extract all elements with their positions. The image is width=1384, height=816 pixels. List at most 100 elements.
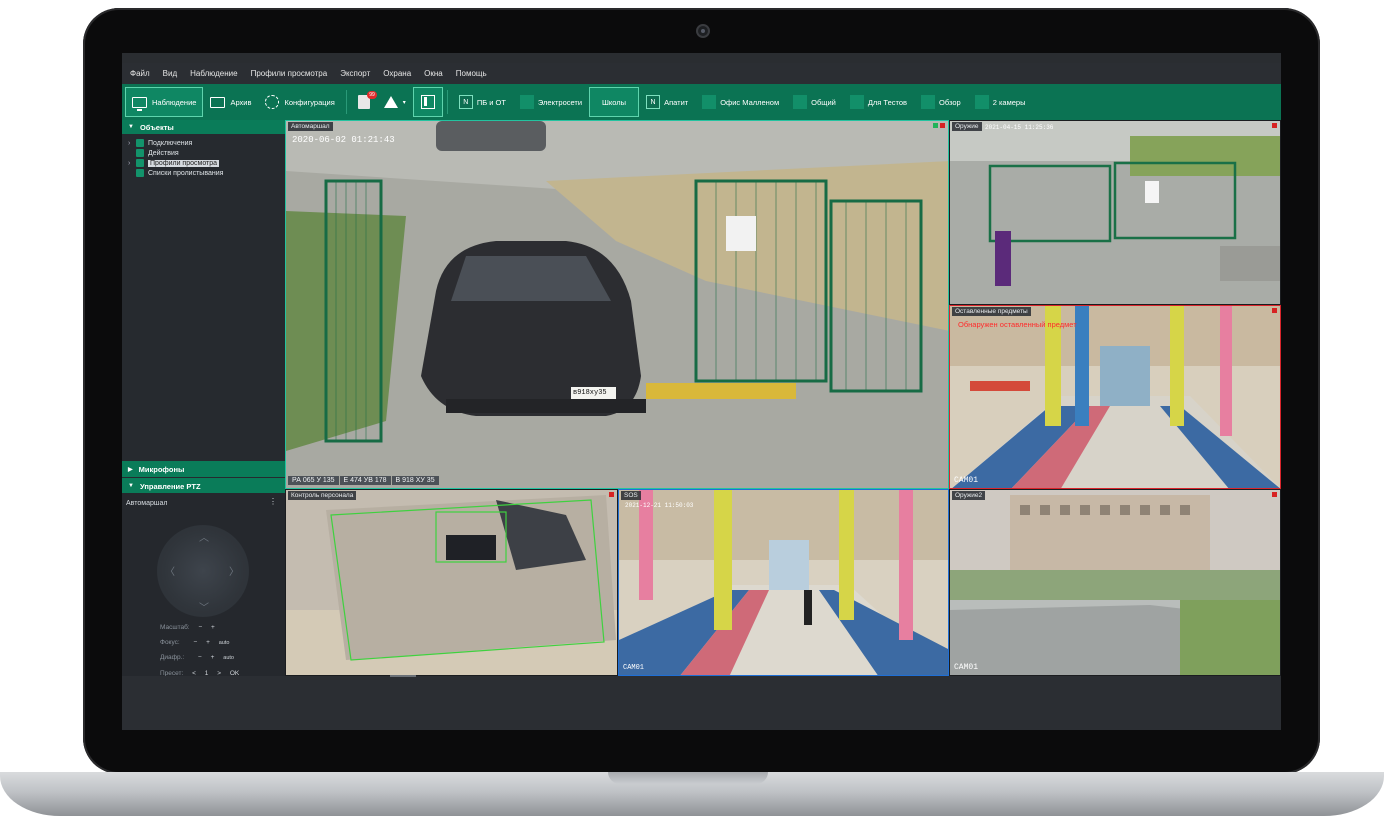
tree-item-label: Профили просмотра <box>148 159 220 167</box>
tree-item-label: Списки пролистывания <box>148 169 224 177</box>
chevron-right-icon[interactable]: › <box>128 140 136 147</box>
ptz-header-label: Управление PTZ <box>139 481 201 491</box>
layout-grid-icon <box>793 95 808 109</box>
car-plate-text: в918ху35 <box>573 389 607 397</box>
iris-minus-button[interactable]: − <box>198 654 202 661</box>
side-panel-icon <box>420 95 435 109</box>
arrow-up-icon[interactable]: ︿ <box>199 529 209 544</box>
camera-corner-id: CAM01 <box>954 476 979 485</box>
focus-plus-button[interactable]: + <box>206 639 210 646</box>
arrow-right-icon[interactable]: 〉 <box>229 563 239 578</box>
layout-shkoly[interactable]: Школы <box>589 87 640 117</box>
main-toolbar: Наблюдение Архив Конфигурация 99 ▾ N ПБ … <box>122 84 1281 120</box>
journal-button[interactable]: 99 <box>351 87 377 117</box>
camera-staff-frame <box>286 490 617 675</box>
layout-elektroseti[interactable]: Электросети <box>513 87 589 117</box>
camera-timestamp: 2020-06-02 01:21:43 <box>292 135 395 145</box>
ptz-header[interactable]: ▼ Управление PTZ <box>122 478 285 494</box>
plate-item[interactable]: Е 474 УВ 178 <box>339 476 391 485</box>
layout-apatit[interactable]: N Апатит <box>639 87 695 117</box>
journal-icon: 99 <box>357 91 377 109</box>
tree-item-scroll-lists[interactable]: Списки пролистывания <box>128 168 285 178</box>
panel-splitter-handle[interactable] <box>390 675 416 677</box>
gear-icon <box>265 95 280 109</box>
camera-label: Контроль персонала <box>288 491 357 500</box>
plate-recognition-list: РА 065 У 135 Е 474 УВ 178 В 918 ХУ 35 <box>288 476 440 485</box>
panel-toggle-button[interactable] <box>412 87 443 117</box>
menu-security[interactable]: Охрана <box>383 69 411 78</box>
zoom-minus-button[interactable]: − <box>198 624 202 631</box>
zoom-label: Масштаб: <box>160 624 190 631</box>
tree-item-connections[interactable]: › Подключения <box>128 138 285 148</box>
layout-n-icon: N <box>458 95 473 109</box>
layout-pb-ot[interactable]: N ПБ и ОТ <box>452 87 513 117</box>
focus-auto-button[interactable]: auto <box>219 640 230 646</box>
menu-windows[interactable]: Окна <box>424 69 443 78</box>
caret-right-icon: ▶ <box>128 466 133 473</box>
plate-item[interactable]: РА 065 У 135 <box>288 476 339 485</box>
layout-2-kamery[interactable]: 2 камеры <box>968 87 1033 117</box>
camera-tile-weapon-2[interactable]: Оружие2 CAM01 <box>949 489 1281 676</box>
objects-header-label: Объекты <box>139 122 174 132</box>
plate-item[interactable]: В 918 ХУ 35 <box>391 476 439 485</box>
menu-file[interactable]: Файл <box>130 69 150 78</box>
alarm-status-icon <box>609 492 614 497</box>
tree-item-actions[interactable]: Действия <box>128 148 285 158</box>
menu-export[interactable]: Экспорт <box>340 69 370 78</box>
microphones-header-label: Микрофоны <box>138 464 185 474</box>
iris-plus-button[interactable]: + <box>211 654 215 661</box>
camera-corner-id: CAM01 <box>623 664 645 672</box>
chevron-down-icon[interactable]: ▾ <box>403 99 406 106</box>
bottom-panel <box>122 676 1281 730</box>
camera-tile-staff-control[interactable]: Контроль персонала <box>285 489 618 676</box>
alarm-button[interactable]: ▾ <box>377 87 413 117</box>
caret-down-icon: ▼ <box>128 483 134 489</box>
camera-label: Оружие2 <box>952 491 986 500</box>
connections-icon <box>136 139 144 147</box>
layout-dlya-testov[interactable]: Для Тестов <box>843 87 914 117</box>
menu-bar: Файл Вид Наблюдение Профили просмотра Эк… <box>122 63 1281 84</box>
ptz-joystick[interactable]: ︿ ﹀ 〈 〉 <box>157 525 249 617</box>
camera-tile-left-items[interactable]: Оставленные предметы Обнаружен оставленн… <box>949 305 1281 489</box>
camera-timestamp: 2021-12-21 11:50:03 <box>625 502 694 509</box>
objects-header[interactable]: ▼ Объекты <box>122 120 285 134</box>
camera-corner-id: CAM01 <box>954 663 979 672</box>
layout-label: Офис Малленом <box>720 97 780 107</box>
iris-auto-button[interactable]: auto <box>223 655 234 661</box>
alarm-status-icon <box>940 123 945 128</box>
observe-button[interactable]: Наблюдение <box>125 87 204 117</box>
layout-ofis[interactable]: Офис Малленом <box>695 87 786 117</box>
camera-label: Автомаршал <box>288 122 333 131</box>
camera-tile-weapon[interactable]: Оружие 2021-04-15 11:25:36 <box>949 120 1281 305</box>
recording-status-icon <box>933 123 938 128</box>
arrow-down-icon[interactable]: ﹀ <box>199 599 209 614</box>
layout-label: Апатит <box>664 97 689 107</box>
layout-label: ПБ и ОТ <box>476 97 506 107</box>
menu-view-profiles[interactable]: Профили просмотра <box>251 69 328 78</box>
monitor-icon <box>132 96 147 111</box>
tree-item-view-profiles[interactable]: › Профили просмотра <box>128 158 285 168</box>
zoom-plus-button[interactable]: + <box>211 624 215 631</box>
camera-tile-main[interactable]: Автомаршал 2020-06-02 01:21:43 в918ху35 … <box>285 120 949 489</box>
config-button[interactable]: Конфигурация <box>258 87 341 117</box>
layout-obshchiy[interactable]: Общий <box>786 87 843 117</box>
focus-minus-button[interactable]: − <box>194 639 198 646</box>
camera-weapon-frame <box>950 121 1280 304</box>
archive-button[interactable]: Архив <box>203 87 258 117</box>
menu-observation[interactable]: Наблюдение <box>190 69 237 78</box>
journal-badge: 99 <box>367 91 377 99</box>
alarm-status-icon <box>1272 492 1277 497</box>
layout-grid-icon <box>921 95 936 109</box>
tree-item-label: Действия <box>148 149 179 157</box>
camera-tile-sos[interactable]: SOS 2021-12-21 11:50:03 CAM01 <box>618 489 949 676</box>
menu-view[interactable]: Вид <box>163 69 177 78</box>
more-menu-icon[interactable]: ⋮ <box>269 497 277 506</box>
warning-icon <box>383 96 398 108</box>
layout-grid-icon <box>974 95 989 109</box>
arrow-left-icon[interactable]: 〈 <box>165 563 175 578</box>
microphones-header[interactable]: ▶ Микрофоны <box>122 461 285 477</box>
chevron-right-icon[interactable]: › <box>128 160 136 167</box>
layout-obzor[interactable]: Обзор <box>914 87 968 117</box>
ptz-camera-name: Автомаршал <box>126 500 168 507</box>
menu-help[interactable]: Помощь <box>456 69 487 78</box>
